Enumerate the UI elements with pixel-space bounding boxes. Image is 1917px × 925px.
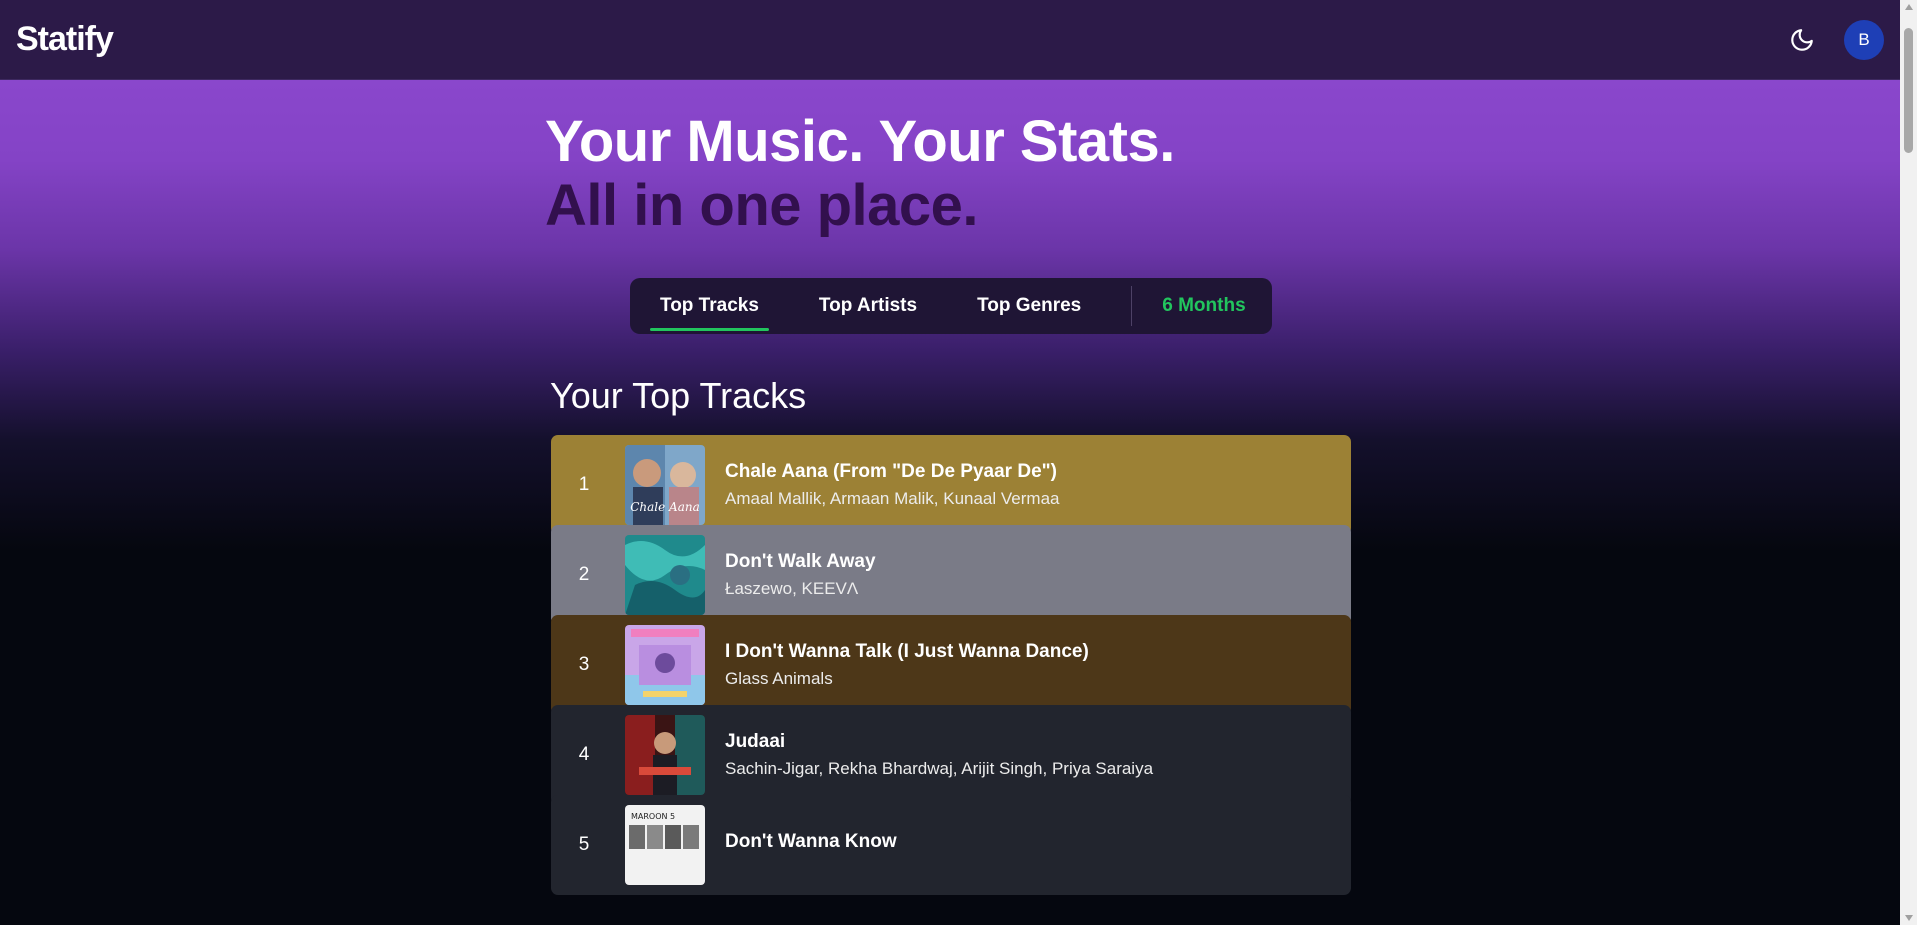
moon-icon[interactable] xyxy=(1786,24,1818,56)
track-title: Chale Aana (From "De De Pyaar De") xyxy=(725,461,1057,482)
track-rank: 1 xyxy=(578,474,590,495)
page-scrollbar[interactable] xyxy=(1900,0,1917,925)
track-info: Chale Aana (From "De De Pyaar De") Amaal… xyxy=(725,461,1059,509)
scrollbar-thumb[interactable] xyxy=(1904,28,1913,153)
track-info: Don't Wanna Know xyxy=(725,831,897,859)
track-title: I Don't Wanna Talk (I Just Wanna Dance) xyxy=(725,641,1089,662)
album-cover: Chale Aana xyxy=(625,445,705,525)
tab-divider xyxy=(1131,286,1133,326)
track-title: Don't Wanna Know xyxy=(725,831,897,852)
track-row[interactable]: 1 Chale Aana Chale Aana (From "De De Pya… xyxy=(551,435,1351,535)
time-range-selector[interactable]: 6 Months xyxy=(1162,295,1245,317)
track-rank: 3 xyxy=(578,654,590,675)
section-title: Your Top Tracks xyxy=(550,375,807,416)
album-cover xyxy=(625,625,705,705)
track-rank: 4 xyxy=(578,744,590,765)
navbar-actions: B xyxy=(1786,19,1884,60)
svg-text:MAROON 5: MAROON 5 xyxy=(631,812,675,821)
hero-subheadline: All in one place. xyxy=(545,173,979,238)
hero: Your Music. Your Stats. All in one place… xyxy=(545,110,1175,238)
stats-tabs: Top Tracks Top Artists Top Genres 6 Mont… xyxy=(630,278,1272,334)
scroll-up-arrow-icon[interactable] xyxy=(1905,4,1913,10)
track-rank: 5 xyxy=(578,834,590,855)
track-info: Don't Walk Away Łaszewo, KEEVΛ xyxy=(725,551,876,599)
track-row[interactable]: 5 MAROON 5 Don't Wanna Know xyxy=(551,795,1351,895)
album-cover xyxy=(625,715,705,795)
track-artists: Glass Animals xyxy=(725,669,833,688)
track-artists: Amaal Mallik, Armaan Malik, Kunaal Verma… xyxy=(725,489,1060,508)
album-cover xyxy=(625,535,705,615)
hero-headline: Your Music. Your Stats. xyxy=(545,109,1175,174)
svg-text:Chale Aana: Chale Aana xyxy=(630,500,700,514)
track-row[interactable]: 4 Judaai Sachin-Jigar, Rekha Bhardwaj, A… xyxy=(551,705,1351,805)
album-cover: MAROON 5 xyxy=(625,805,705,885)
top-navbar: Statify B xyxy=(0,0,1900,80)
track-rank: 2 xyxy=(578,564,590,585)
track-artists: Łaszewo, KEEVΛ xyxy=(725,579,859,598)
track-title: Judaai xyxy=(725,731,786,752)
track-title: Don't Walk Away xyxy=(725,551,876,572)
tab-top-artists[interactable]: Top Artists xyxy=(809,295,927,317)
track-row[interactable]: 2 Don't Walk Away Łaszewo, KEEVΛ xyxy=(551,525,1351,625)
track-info: Judaai Sachin-Jigar, Rekha Bhardwaj, Ari… xyxy=(725,731,1153,779)
main-content: Your Music. Your Stats. All in one place… xyxy=(0,80,1900,925)
scroll-down-arrow-icon[interactable] xyxy=(1905,915,1913,921)
tab-top-tracks[interactable]: Top Tracks xyxy=(650,295,769,331)
user-avatar[interactable]: B xyxy=(1844,19,1884,60)
tab-top-genres[interactable]: Top Genres xyxy=(967,295,1091,317)
app-logo[interactable]: Statify xyxy=(16,20,114,59)
track-artists: Sachin-Jigar, Rekha Bhardwaj, Arijit Sin… xyxy=(725,759,1154,778)
track-info: I Don't Wanna Talk (I Just Wanna Dance) … xyxy=(725,641,1089,689)
track-row[interactable]: 3 I Don't Wanna Talk (I Just Wanna Dance… xyxy=(551,615,1351,715)
